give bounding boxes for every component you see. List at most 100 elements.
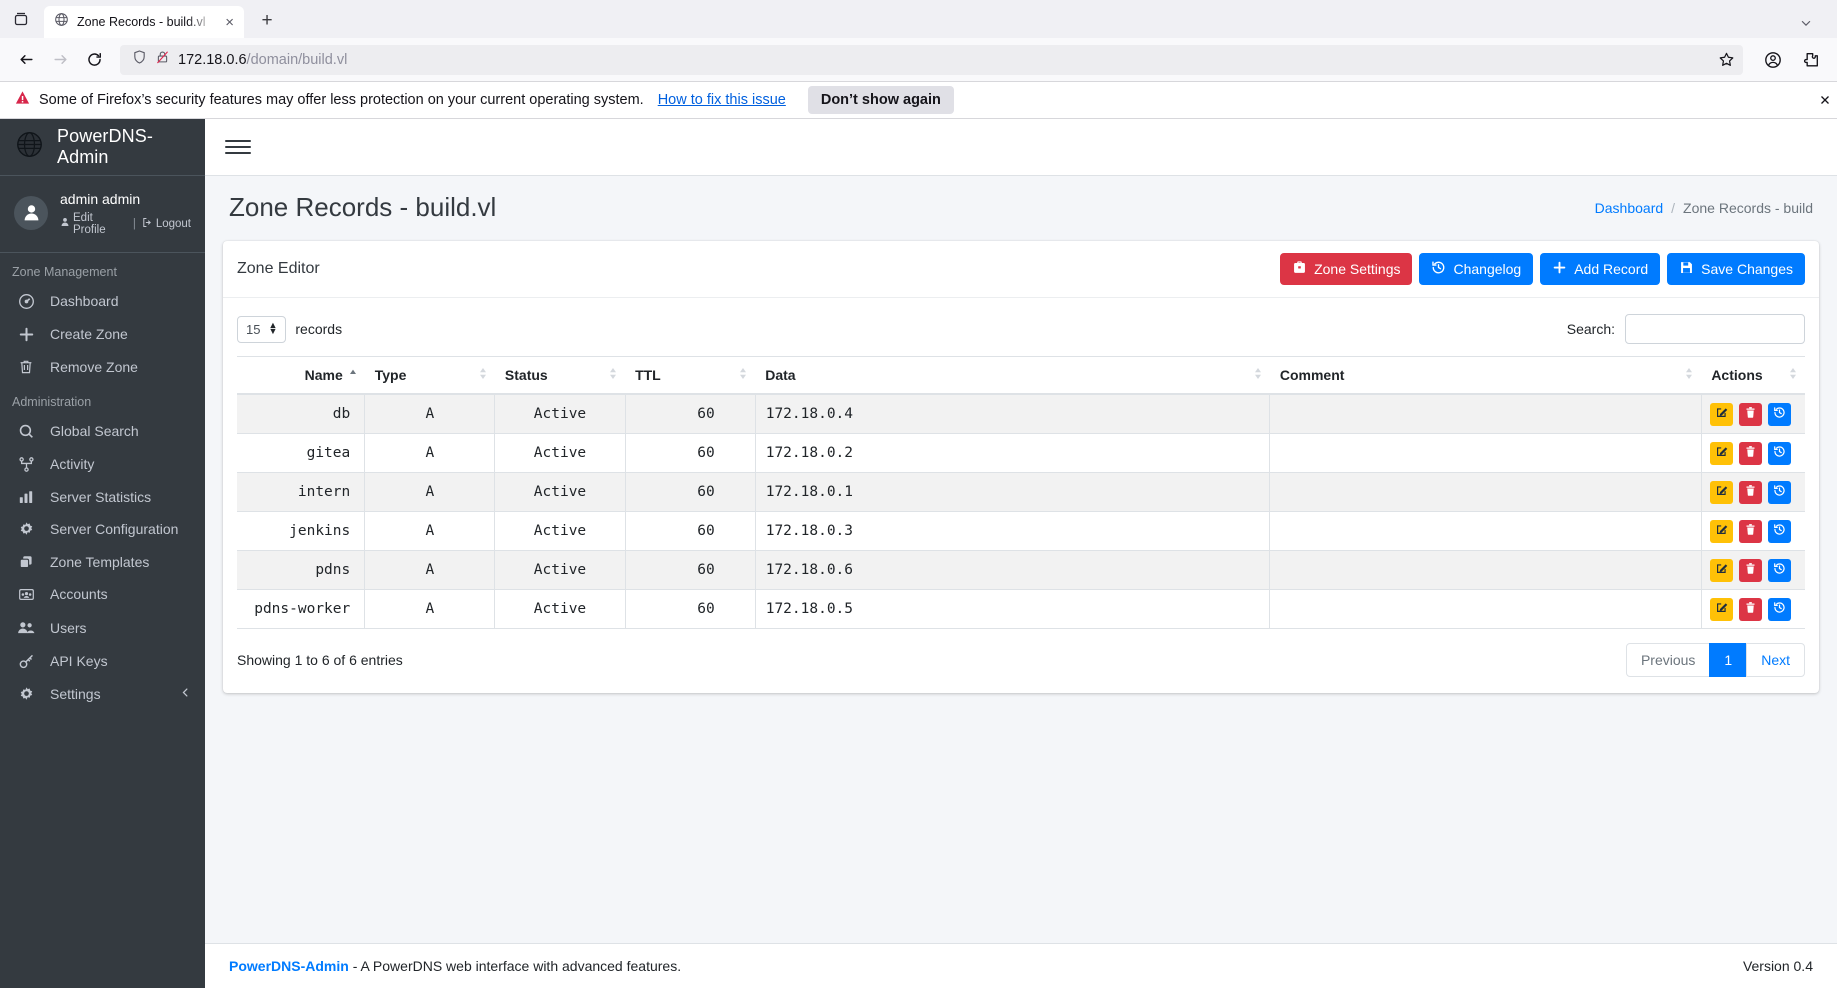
sidebar-item-label: Create Zone [50,326,128,343]
sidebar-item-accounts[interactable]: Accounts [0,578,205,611]
card-body: 15 ▲ ▼ records Search: Name Type Status … [223,298,1819,693]
sidebar-item-settings[interactable]: Settings [0,678,205,711]
table-head: Name Type Status TTL Data Comment Action… [237,356,1805,395]
edit-record-button[interactable] [1709,480,1733,504]
pencil-square-icon [1715,406,1728,423]
pagination-next[interactable]: Next [1746,643,1805,677]
pencil-square-icon [1715,445,1728,462]
sort-icon [609,367,617,383]
close-notification-icon[interactable] [1819,94,1831,109]
sidebar-item-zone-templates[interactable]: Zone Templates [0,546,205,578]
browser-tab[interactable]: Zone Records - build.vl × [44,6,244,38]
cell-actions [1701,394,1805,434]
shield-icon[interactable] [132,49,147,70]
delete-record-button[interactable] [1738,441,1762,465]
sidebar-item-api-keys[interactable]: API Keys [0,645,205,678]
search-input[interactable] [1625,314,1805,344]
logout-label: Logout [155,217,191,230]
list-all-tabs-button[interactable] [4,2,38,36]
record-history-button[interactable] [1767,558,1791,582]
cell-type: A [364,511,496,551]
navigation-toolbar: 172.18.0.6/domain/build.vl [0,38,1837,82]
dashboard-icon [16,293,36,310]
dont-show-again-button[interactable]: Don’t show again [807,86,954,114]
delete-record-button[interactable] [1738,558,1762,582]
sidebar-toggle-button[interactable] [225,134,251,160]
edit-record-button[interactable] [1709,558,1733,582]
cell-actions [1701,589,1805,629]
forward-button-icon[interactable] [44,44,76,76]
pagination-previous[interactable]: Previous [1625,643,1711,677]
sidebar-item-server-statistics[interactable]: Server Statistics [0,481,205,513]
new-tab-button[interactable]: + [252,6,282,36]
record-history-button[interactable] [1767,402,1791,426]
edit-record-button[interactable] [1709,597,1733,621]
record-history-button[interactable] [1767,480,1791,504]
edit-record-button[interactable] [1709,402,1733,426]
sidebar-item-create-zone[interactable]: Create Zone [0,318,205,351]
add-record-button[interactable]: Add Record [1540,253,1661,285]
sidebar-item-dashboard[interactable]: Dashboard [0,285,205,318]
reload-button-icon[interactable] [78,44,110,76]
extensions-icon[interactable] [1795,44,1827,76]
breadcrumb-dashboard-link[interactable]: Dashboard [1595,200,1664,216]
pencil-square-icon [1715,562,1728,579]
url-bar[interactable]: 172.18.0.6/domain/build.vl [120,44,1743,75]
url-text[interactable]: 172.18.0.6/domain/build.vl [178,52,1710,68]
column-header-status[interactable]: Status [494,356,626,395]
sidebar-item-global-search[interactable]: Global Search [0,415,205,448]
sidebar-item-remove-zone[interactable]: Remove Zone [0,351,205,383]
column-header-data[interactable]: Data [755,356,1270,395]
brand-logo-link[interactable]: PowerDNS-Admin [0,119,205,176]
cell-comment [1269,589,1702,629]
save-changes-button[interactable]: Save Changes [1667,253,1805,285]
breadcrumb-current: Zone Records - build [1683,199,1813,216]
notification-message: Some of Firefox’s security features may … [39,92,644,108]
how-to-fix-link[interactable]: How to fix this issue [658,92,786,108]
cell-comment [1269,511,1702,551]
search-label: Search: [1566,321,1615,337]
records-length-select[interactable]: 15 ▲ ▼ [237,315,287,343]
cell-data: 172.18.0.6 [755,550,1271,590]
back-button-icon[interactable] [10,44,42,76]
changelog-button[interactable]: Changelog [1419,253,1534,285]
row-action-buttons [1709,519,1797,543]
sort-icon [479,367,487,383]
sidebar-item-server-configuration[interactable]: Server Configuration [0,513,205,546]
zone-settings-button[interactable]: Zone Settings [1280,253,1413,285]
logout-link[interactable]: Logout [142,217,191,231]
chevron-down-icon[interactable] [1795,12,1817,34]
history-icon [1773,484,1786,501]
search-icon [16,423,36,440]
column-header-comment[interactable]: Comment [1269,356,1702,395]
close-tab-icon[interactable]: × [223,15,236,30]
sidebar-item-activity[interactable]: Activity [0,448,205,481]
column-header-name[interactable]: Name [237,356,365,395]
user-name: admin admin [60,191,141,207]
toolbox-icon [1292,260,1307,278]
delete-record-button[interactable] [1738,597,1762,621]
record-history-button[interactable] [1767,441,1791,465]
delete-record-button[interactable] [1738,519,1762,543]
sidebar-item-users[interactable]: Users [0,611,205,645]
column-header-ttl[interactable]: TTL [625,356,756,395]
pagination-page-1[interactable]: 1 [1709,643,1748,677]
column-header-actions[interactable]: Actions [1701,356,1805,395]
edit-record-button[interactable] [1709,441,1733,465]
id-card-icon [16,586,36,603]
bookmark-star-icon[interactable] [1718,51,1735,68]
edit-record-button[interactable] [1709,519,1733,543]
account-icon[interactable] [1757,44,1789,76]
record-history-button[interactable] [1767,597,1791,621]
sidebar: PowerDNS-Admin admin admin Edit Profile … [0,119,205,988]
pencil-square-icon [1715,523,1728,540]
column-header-type[interactable]: Type [364,356,495,395]
footer-brand-link[interactable]: PowerDNS-Admin [229,958,349,974]
insecure-lock-icon[interactable] [155,49,170,70]
edit-profile-link[interactable]: Edit Profile [60,212,127,236]
delete-record-button[interactable] [1738,480,1762,504]
record-history-button[interactable] [1767,519,1791,543]
sidebar-item-label: Zone Templates [50,553,150,570]
delete-record-button[interactable] [1738,402,1762,426]
cell-type: A [364,472,496,512]
